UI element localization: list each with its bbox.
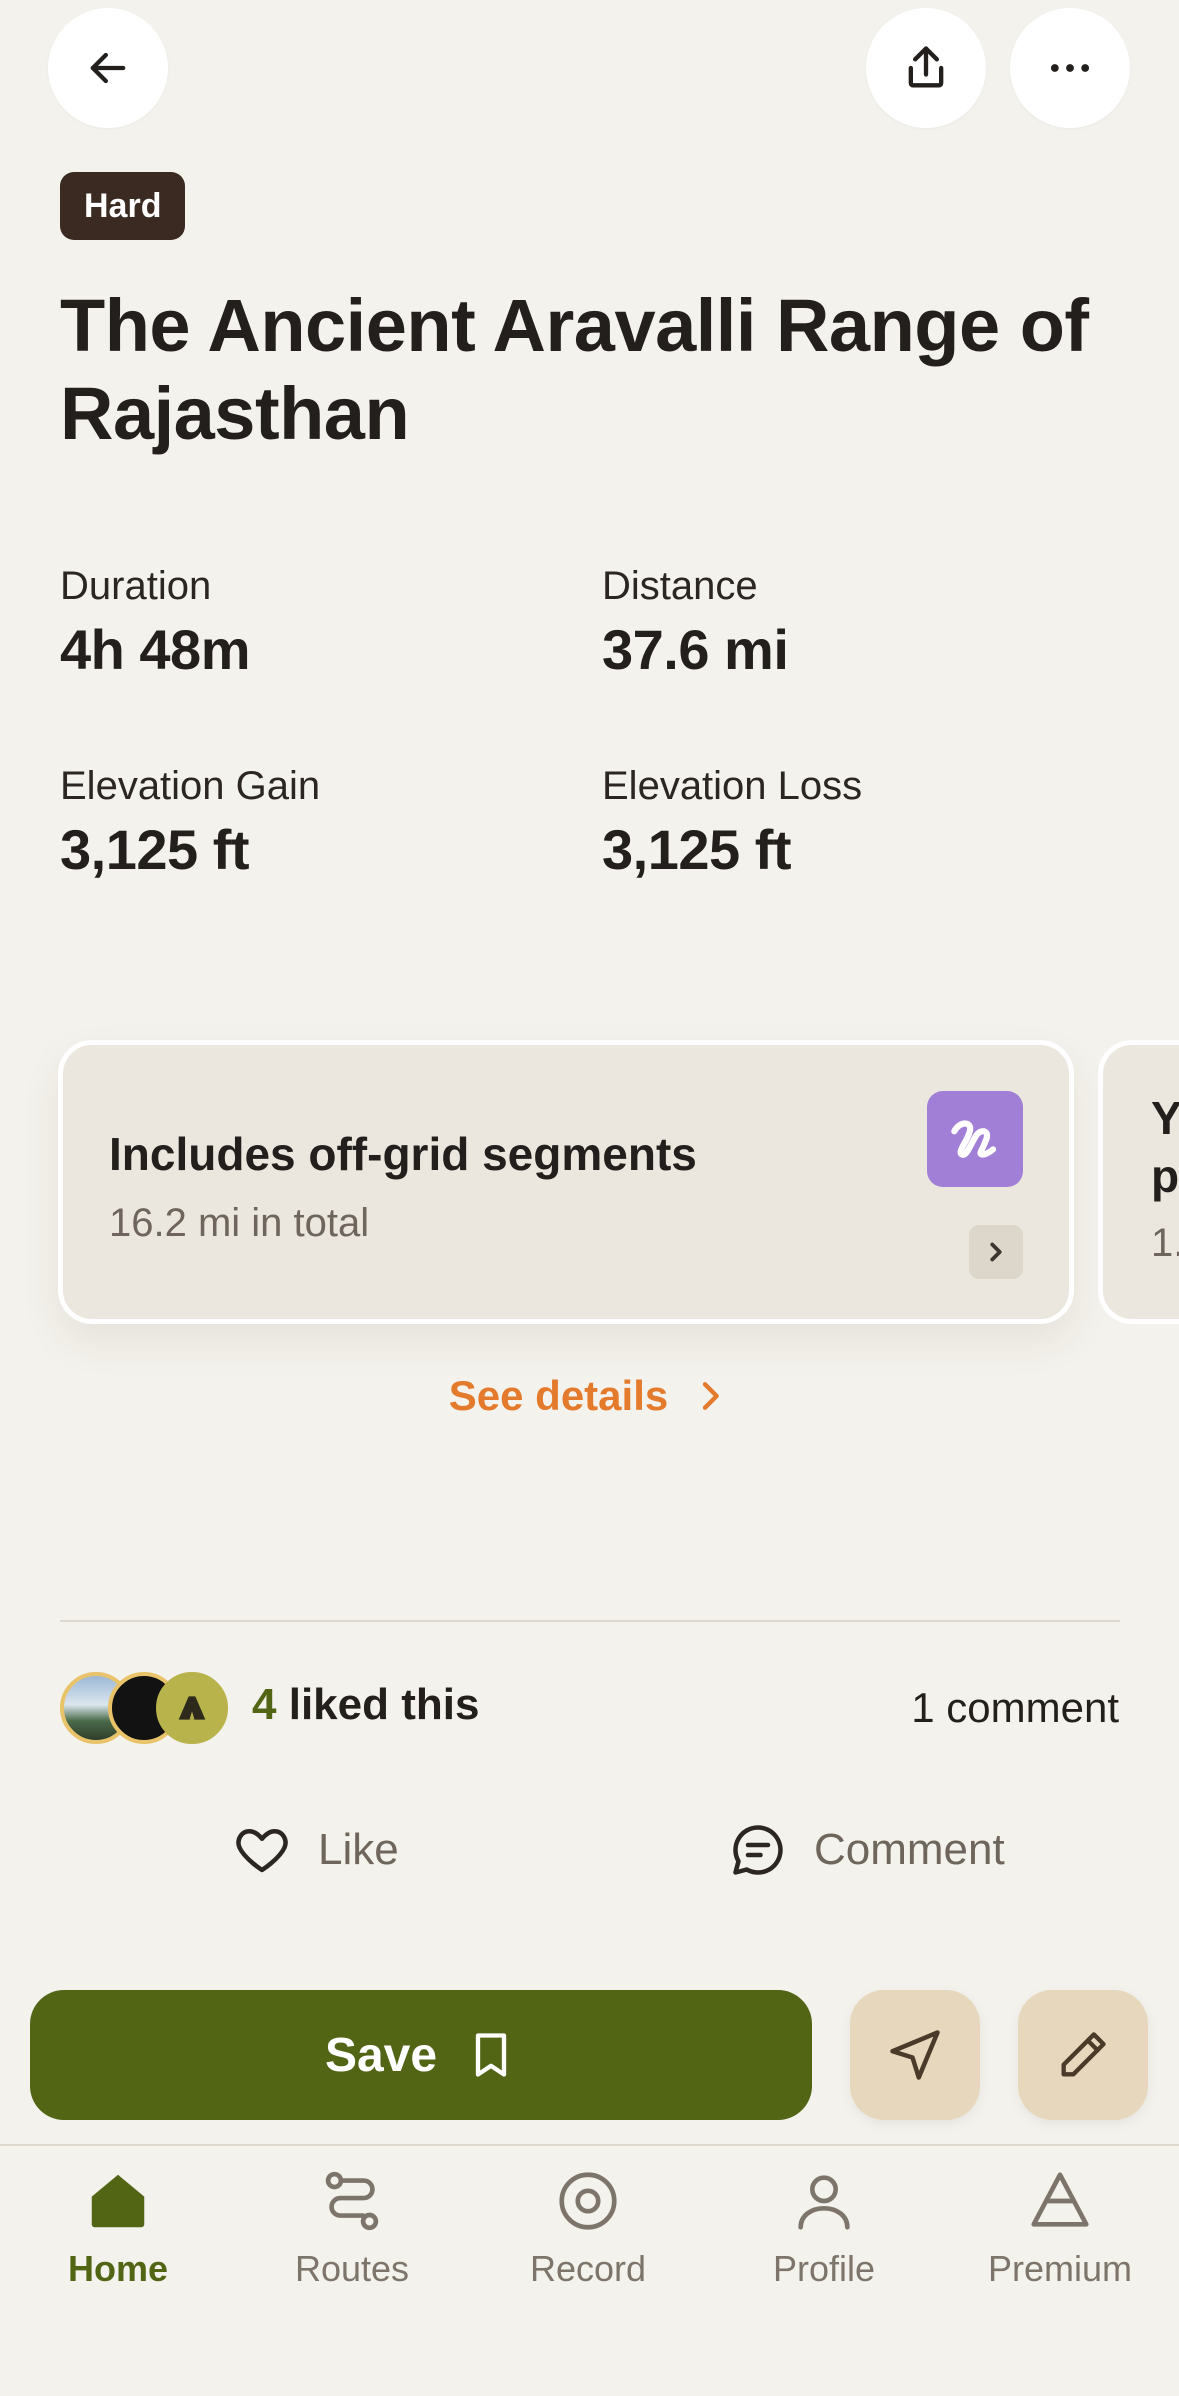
peek-title-line1: Yo xyxy=(1151,1092,1179,1144)
stat-elevation-gain: Elevation Gain 3,125 ft xyxy=(60,764,320,882)
more-button[interactable] xyxy=(1010,8,1130,128)
nav-item-record[interactable]: Record xyxy=(470,2166,706,2290)
like-count: 4 xyxy=(252,1680,277,1729)
stat-distance: Distance 37.6 mi xyxy=(602,564,789,682)
see-details-label: See details xyxy=(448,1372,669,1419)
route-icon xyxy=(325,2171,379,2231)
bottom-nav: Home Routes Record Profile Premium xyxy=(0,2146,1179,2396)
comment-label: Comment xyxy=(814,1825,1005,1874)
liked-text: liked this xyxy=(288,1680,480,1729)
stat-label: Elevation Gain xyxy=(60,764,321,808)
nav-label: Premium xyxy=(987,2248,1133,2289)
save-label: Save xyxy=(324,2028,438,2082)
nav-item-profile[interactable]: Profile xyxy=(706,2166,942,2290)
stat-label: Distance xyxy=(602,564,758,608)
card-title: Includes off-grid segments xyxy=(109,1128,697,1180)
nav-label: Record xyxy=(529,2248,647,2289)
nav-label: Routes xyxy=(294,2248,410,2289)
peek-subtitle: 1.5 xyxy=(1151,1221,1179,1265)
difficulty-badge: Hard xyxy=(60,172,186,240)
comment-count[interactable]: 1 comment xyxy=(911,1684,1119,1732)
avatar xyxy=(156,1672,228,1744)
more-horizontal-icon xyxy=(1050,64,1090,72)
nav-item-routes[interactable]: Routes xyxy=(234,2166,470,2290)
nav-label: Profile xyxy=(772,2248,876,2289)
pencil-icon xyxy=(1061,2032,1106,2077)
next-card-peek[interactable]: Yo p 1.5 xyxy=(1098,1040,1179,1324)
stat-label: Duration xyxy=(60,564,212,608)
comment-icon xyxy=(733,1825,783,1875)
route-title: The Ancient Aravalli Range of Rajasthan xyxy=(60,284,1089,455)
nav-item-home[interactable]: Home xyxy=(0,2166,236,2290)
share-icon xyxy=(908,46,944,88)
nav-label: Home xyxy=(67,2248,169,2289)
squiggle-icon xyxy=(927,1091,1023,1187)
stat-value: 3,125 ft xyxy=(602,818,792,881)
chevron-right-icon xyxy=(969,1225,1023,1279)
save-button[interactable]: Save xyxy=(30,1990,812,2120)
liker-avatars[interactable] xyxy=(60,1672,230,1744)
profile-icon xyxy=(798,2175,850,2230)
off-grid-card[interactable]: Includes off-grid segments 16.2 mi in to… xyxy=(58,1040,1074,1324)
stat-elevation-loss: Elevation Loss 3,125 ft xyxy=(602,764,862,882)
like-label: Like xyxy=(318,1825,399,1874)
likes-summary[interactable]: 4 liked this xyxy=(252,1680,479,1730)
see-details-link[interactable]: See details xyxy=(0,1372,1179,1420)
stat-value: 4h 48m xyxy=(60,618,251,681)
route-detail-screen: Hard The Ancient Aravalli Range of Rajas… xyxy=(0,0,1179,2396)
share-button[interactable] xyxy=(866,8,986,128)
nav-item-premium[interactable]: Premium xyxy=(942,2166,1178,2290)
bookmark-icon xyxy=(475,2033,507,2077)
stat-value: 37.6 mi xyxy=(602,618,789,681)
stat-duration: Duration 4h 48m xyxy=(60,564,251,682)
navigate-arrow-icon xyxy=(890,2030,940,2080)
tent-icon xyxy=(178,1696,206,1720)
record-icon xyxy=(559,2172,617,2230)
peek-title-line2: p xyxy=(1151,1150,1179,1202)
home-icon xyxy=(91,2174,145,2228)
edit-button[interactable] xyxy=(1018,1990,1148,2120)
card-subtitle: 16.2 mi in total xyxy=(109,1201,370,1245)
divider xyxy=(60,1620,1120,1622)
navigate-button[interactable] xyxy=(850,1990,980,2120)
arrow-left-icon xyxy=(90,52,126,84)
premium-icon xyxy=(1031,2172,1089,2227)
like-button[interactable]: Like xyxy=(232,1820,399,1880)
chevron-right-icon xyxy=(703,1382,720,1410)
stat-label: Elevation Loss xyxy=(602,764,863,808)
heart-icon xyxy=(236,1829,288,1873)
back-button[interactable] xyxy=(48,8,168,128)
comment-button[interactable]: Comment xyxy=(728,1820,1005,1880)
stat-value: 3,125 ft xyxy=(60,818,250,881)
